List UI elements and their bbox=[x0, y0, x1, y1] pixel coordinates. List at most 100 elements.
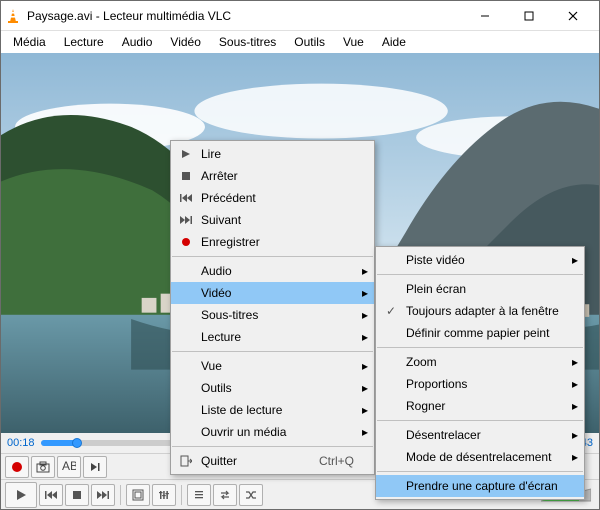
menu-subtitles[interactable]: Sous-titres bbox=[211, 33, 284, 51]
ctx-video-track-label: Piste vidéo bbox=[402, 253, 564, 267]
menu-media[interactable]: Média bbox=[5, 33, 54, 51]
separator bbox=[181, 485, 182, 505]
record-icon bbox=[175, 237, 197, 247]
next-icon bbox=[175, 215, 197, 225]
ctx-crop-label: Rogner bbox=[402, 399, 564, 413]
separator bbox=[377, 420, 583, 421]
ctx-snapshot-label: Prendre une capture d'écran bbox=[402, 479, 564, 493]
ctx-crop[interactable]: Rogner▸ bbox=[376, 395, 584, 417]
ctx-aspect-label: Proportions bbox=[402, 377, 564, 391]
ctx-fullscreen[interactable]: Plein écran bbox=[376, 278, 584, 300]
stop-button[interactable] bbox=[65, 484, 89, 506]
ctx-stop-label: Arrêter bbox=[197, 169, 354, 183]
window-title: Paysage.avi - Lecteur multimédia VLC bbox=[27, 9, 463, 23]
menu-video[interactable]: Vidéo bbox=[162, 33, 208, 51]
frame-step-button[interactable] bbox=[83, 456, 107, 478]
fullscreen-button[interactable] bbox=[126, 484, 150, 506]
submenu-arrow-icon: ▸ bbox=[362, 425, 368, 439]
submenu-arrow-icon: ▸ bbox=[362, 264, 368, 278]
menu-view[interactable]: Vue bbox=[335, 33, 372, 51]
separator bbox=[377, 274, 583, 275]
menu-tools[interactable]: Outils bbox=[286, 33, 333, 51]
ctx-view[interactable]: Vue ▸ bbox=[171, 355, 374, 377]
ctx-fullscreen-label: Plein écran bbox=[402, 282, 564, 296]
ctx-deinterlace-mode[interactable]: Mode de désentrelacement▸ bbox=[376, 446, 584, 468]
ctx-fit-window[interactable]: ✓Toujours adapter à la fenêtre bbox=[376, 300, 584, 322]
loop-ab-button[interactable]: AB bbox=[57, 456, 81, 478]
separator bbox=[172, 446, 373, 447]
ctx-deint-label: Désentrelacer bbox=[402, 428, 564, 442]
ctx-record-label: Enregistrer bbox=[197, 235, 354, 249]
ctx-prev-label: Précédent bbox=[197, 191, 354, 205]
submenu-arrow-icon: ▸ bbox=[362, 308, 368, 322]
seek-knob[interactable] bbox=[72, 438, 82, 448]
ctx-quit-shortcut: Ctrl+Q bbox=[303, 454, 354, 468]
ctx-audio[interactable]: Audio▸ bbox=[171, 260, 374, 282]
submenu-arrow-icon: ▸ bbox=[362, 330, 368, 344]
playlist-button[interactable] bbox=[187, 484, 211, 506]
play-icon bbox=[175, 149, 197, 159]
ctx-play[interactable]: Lire bbox=[171, 143, 374, 165]
ctx-playlist-label: Liste de lecture bbox=[197, 403, 354, 417]
menu-audio[interactable]: Audio bbox=[114, 33, 161, 51]
ctx-playback[interactable]: Lecture ▸ bbox=[171, 326, 374, 348]
skip-fwd-button[interactable] bbox=[91, 484, 115, 506]
ctx-zoom[interactable]: Zoom ▸ bbox=[376, 351, 584, 373]
ctx-open[interactable]: Ouvrir un média ▸ bbox=[171, 421, 374, 443]
ctx-aspect[interactable]: Proportions ▸ bbox=[376, 373, 584, 395]
context-menu-main: Lire Arrêter Précédent Suivant Enregistr… bbox=[170, 140, 375, 475]
ctx-quit[interactable]: QuitterCtrl+Q bbox=[171, 450, 374, 472]
ctx-tools[interactable]: Outils▸ bbox=[171, 377, 374, 399]
minimize-button[interactable] bbox=[463, 2, 507, 30]
ctx-next[interactable]: Suivant bbox=[171, 209, 374, 231]
ctx-playback-label: Lecture bbox=[197, 330, 354, 344]
ctx-zoom-label: Zoom bbox=[402, 355, 564, 369]
submenu-arrow-icon: ▸ bbox=[362, 359, 368, 373]
ctx-prev[interactable]: Précédent bbox=[171, 187, 374, 209]
submenu-arrow-icon: ▸ bbox=[572, 377, 578, 391]
ctx-open-label: Ouvrir un média bbox=[197, 425, 354, 439]
ctx-quit-label: Quitter bbox=[197, 454, 303, 468]
record-button[interactable] bbox=[5, 456, 29, 478]
prev-icon bbox=[175, 193, 197, 203]
quit-icon bbox=[175, 455, 197, 467]
ctx-deinterlace[interactable]: Désentrelacer ▸ bbox=[376, 424, 584, 446]
ctx-stop[interactable]: Arrêter bbox=[171, 165, 374, 187]
time-elapsed[interactable]: 00:18 bbox=[7, 437, 35, 449]
ctx-snapshot[interactable]: Prendre une capture d'écran bbox=[376, 475, 584, 497]
ctx-next-label: Suivant bbox=[197, 213, 354, 227]
submenu-arrow-icon: ▸ bbox=[362, 403, 368, 417]
submenu-arrow-icon: ▸ bbox=[572, 428, 578, 442]
ctx-subtitles[interactable]: Sous-titres▸ bbox=[171, 304, 374, 326]
submenu-arrow-icon: ▸ bbox=[572, 253, 578, 267]
ctx-wallpaper[interactable]: Définir comme papier peint bbox=[376, 322, 584, 344]
maximize-button[interactable] bbox=[507, 2, 551, 30]
menu-help[interactable]: Aide bbox=[374, 33, 414, 51]
submenu-arrow-icon: ▸ bbox=[362, 381, 368, 395]
ctx-view-label: Vue bbox=[197, 359, 354, 373]
menu-playback[interactable]: Lecture bbox=[56, 33, 112, 51]
ctx-play-label: Lire bbox=[197, 147, 354, 161]
ctx-record[interactable]: Enregistrer bbox=[171, 231, 374, 253]
play-button[interactable] bbox=[5, 482, 37, 508]
separator bbox=[377, 347, 583, 348]
svg-text:B: B bbox=[70, 461, 76, 473]
ctx-deintmode-label: Mode de désentrelacement bbox=[402, 450, 564, 464]
svg-text:A: A bbox=[62, 461, 70, 473]
ctx-video[interactable]: Vidéo▸ bbox=[171, 282, 374, 304]
snapshot-button[interactable] bbox=[31, 456, 55, 478]
close-button[interactable] bbox=[551, 2, 595, 30]
skip-back-button[interactable] bbox=[39, 484, 63, 506]
submenu-arrow-icon: ▸ bbox=[572, 355, 578, 369]
stop-icon bbox=[175, 171, 197, 181]
ctx-playlist[interactable]: Liste de lecture ▸ bbox=[171, 399, 374, 421]
ctx-video-track[interactable]: Piste vidéo ▸ bbox=[376, 249, 584, 271]
loop-button[interactable] bbox=[213, 484, 237, 506]
shuffle-button[interactable] bbox=[239, 484, 263, 506]
ctx-wallpaper-label: Définir comme papier peint bbox=[402, 326, 564, 340]
vlc-cone-icon bbox=[5, 8, 21, 24]
separator bbox=[172, 351, 373, 352]
ext-settings-button[interactable] bbox=[152, 484, 176, 506]
ctx-fit-label: Toujours adapter à la fenêtre bbox=[402, 304, 564, 318]
ctx-video-label: Vidéo bbox=[197, 286, 354, 300]
